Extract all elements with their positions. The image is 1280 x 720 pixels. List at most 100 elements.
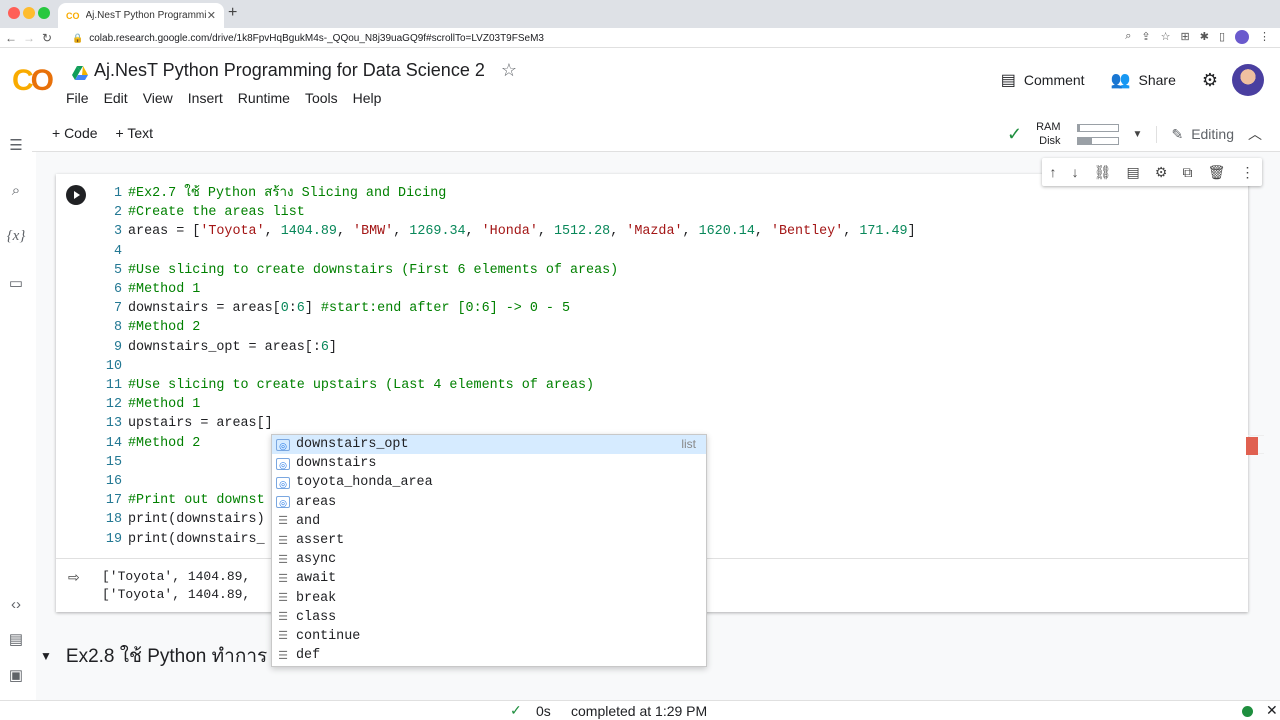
search-icon[interactable]: ⌕ (6, 182, 26, 199)
bookmark-star-icon[interactable]: ☆ (1161, 30, 1171, 44)
add-code-button[interactable]: + Code (52, 125, 98, 141)
run-cell-button[interactable] (66, 185, 86, 205)
menu-help[interactable]: Help (353, 90, 382, 106)
terminal-icon[interactable]: ▣ (6, 666, 26, 684)
autocomplete-label: downstairs_opt (296, 437, 409, 453)
autocomplete-item[interactable]: ☰ assert (272, 531, 706, 550)
resource-bars[interactable] (1076, 123, 1119, 145)
autocomplete-item[interactable]: ☰ async (272, 550, 706, 569)
move-down-icon[interactable]: ↓ (1072, 164, 1079, 180)
notebook-title[interactable]: Aj.NesT Python Programming for Data Scie… (94, 60, 485, 81)
code-line[interactable]: 11 #Use slicing to create upstairs (Last … (100, 376, 594, 395)
code-line[interactable]: 6 #Method 1 (100, 280, 200, 299)
autocomplete-item[interactable]: ☰ and (272, 512, 706, 531)
autocomplete-item[interactable]: ☰ class (272, 608, 706, 627)
star-icon[interactable]: ☆ (501, 60, 517, 81)
comment-button[interactable]: ▤ Comment (1001, 70, 1085, 90)
cell-settings-gear-icon[interactable]: ⚙ (1155, 164, 1168, 181)
google-drive-icon[interactable] (72, 64, 88, 80)
code-line[interactable]: 9 downstairs_opt = areas[:6] (100, 338, 337, 357)
files-folder-icon[interactable]: ▭ (6, 274, 26, 292)
code-line[interactable]: 7 downstairs = areas[0:6] #start:end afte… (100, 299, 570, 318)
code-line[interactable]: 1 #Ex2.7 ใช้ Python สร้าง Slicing and Dic… (100, 184, 446, 203)
menu-edit[interactable]: Edit (104, 90, 128, 106)
variables-icon[interactable]: {x} (6, 228, 26, 245)
close-status-icon[interactable]: ✕ (1266, 702, 1278, 719)
runtime-dropdown-icon[interactable]: ▼ (1133, 129, 1143, 140)
status-bar: ✓ 0s completed at 1:29 PM ✕ (0, 700, 1280, 720)
output-icon[interactable]: ⇨ (68, 569, 80, 586)
colab-logo[interactable]: CO (12, 64, 54, 98)
code-token: ] (328, 339, 337, 355)
autocomplete-item[interactable]: ☰ break (272, 589, 706, 608)
autocomplete-item[interactable]: ◎ areas (272, 493, 706, 512)
back-icon[interactable]: ← (2, 31, 20, 45)
code-token: , (754, 224, 771, 240)
more-options-icon[interactable]: ⋮ (1240, 164, 1254, 181)
code-line[interactable]: 18 print(downstairs) (100, 510, 265, 529)
menu-insert[interactable]: Insert (188, 90, 223, 106)
minimize-window-button[interactable] (23, 7, 35, 19)
autocomplete-item[interactable]: ◎ toyota_honda_area (272, 473, 706, 492)
close-tab-icon[interactable]: ✕ (207, 9, 216, 22)
collapse-header-icon[interactable]: ︿ (1248, 124, 1262, 144)
settings-gear-icon[interactable]: ⚙ (1202, 70, 1218, 91)
autocomplete-item[interactable]: ◎ downstairs (272, 454, 706, 473)
code-line[interactable]: 5 #Use slicing to create downstairs (Firs… (100, 261, 618, 280)
code-line[interactable]: 10 (100, 357, 128, 376)
user-avatar[interactable] (1232, 64, 1264, 96)
resource-labels[interactable]: RAM Disk (1036, 120, 1060, 148)
menu-file[interactable]: File (66, 90, 89, 106)
table-of-contents-icon[interactable]: ☰ (6, 136, 26, 154)
code-line[interactable]: 12 #Method 1 (100, 395, 200, 414)
autocomplete-label: downstairs (296, 456, 377, 472)
browser-tab[interactable]: CO Aj.NesT Python Programming f ✕ (58, 3, 224, 28)
add-text-button[interactable]: + Text (116, 125, 154, 141)
code-line[interactable]: 19 print(downstairs_ (100, 530, 265, 549)
autocomplete-item[interactable]: ◎ downstairs_opt list (272, 435, 706, 455)
code-line[interactable]: 4 (100, 242, 128, 261)
code-line[interactable]: 3 areas = ['Toyota', 1404.89, 'BMW', 1269… (100, 222, 916, 241)
code-line[interactable]: 14 #Method 2 (100, 434, 200, 453)
forward-icon[interactable]: → (20, 31, 38, 45)
close-window-button[interactable] (8, 7, 20, 19)
zoom-icon[interactable]: ⌕ (1125, 30, 1131, 44)
browser-menu-icon[interactable]: ⋮ (1259, 30, 1270, 44)
editing-label: Editing (1191, 126, 1234, 142)
autocomplete-item[interactable]: ☰ await (272, 569, 706, 588)
keyword-icon: ☰ (278, 515, 288, 528)
autocomplete-item[interactable]: ☰ def (272, 646, 706, 665)
sidepanel-icon[interactable]: ▯ (1219, 30, 1225, 44)
code-token: areas = [ (128, 224, 201, 240)
code-line[interactable]: 17 #Print out downst (100, 491, 265, 510)
translate-icon[interactable]: ⊞ (1181, 30, 1190, 44)
status-text[interactable]: completed at 1:29 PM (571, 703, 707, 719)
code-line[interactable]: 16 (100, 472, 128, 491)
share-page-icon[interactable]: ⇪ (1141, 30, 1150, 44)
autocomplete-item[interactable]: ☰ continue (272, 627, 706, 646)
url-field[interactable]: 🔒 colab.research.google.com/drive/1k8Fpv… (72, 30, 1172, 46)
extensions-icon[interactable]: ✱ (1200, 30, 1209, 44)
new-tab-button[interactable]: + (228, 4, 237, 22)
maximize-window-button[interactable] (38, 7, 50, 19)
menu-runtime[interactable]: Runtime (238, 90, 290, 106)
line-number: 12 (105, 397, 122, 413)
link-icon[interactable]: ⛓ (1094, 164, 1112, 181)
menu-view[interactable]: View (143, 90, 173, 106)
code-line[interactable]: 2 #Create the areas list (100, 203, 305, 222)
code-line[interactable]: 13 upstairs = areas[] (100, 414, 273, 433)
browser-profile-avatar[interactable] (1235, 30, 1249, 44)
code-line[interactable]: 8 #Method 2 (100, 318, 200, 337)
editing-mode-button[interactable]: ✎ Editing (1156, 125, 1234, 143)
comment-cell-icon[interactable]: ▤ (1127, 164, 1140, 181)
mirror-cell-icon[interactable]: ⧉ (1183, 164, 1193, 181)
collapse-caret-icon[interactable]: ▼ (40, 649, 52, 663)
reload-icon[interactable]: ↻ (38, 31, 56, 45)
delete-trash-icon[interactable]: 🗑 (1208, 164, 1226, 181)
code-line[interactable]: 15 (100, 453, 128, 472)
share-button[interactable]: 👥 Share (1111, 70, 1176, 90)
code-snippets-icon[interactable]: ‹› (6, 596, 26, 613)
move-up-icon[interactable]: ↑ (1050, 164, 1057, 180)
menu-tools[interactable]: Tools (305, 90, 338, 106)
command-palette-icon[interactable]: ▤ (6, 630, 26, 648)
